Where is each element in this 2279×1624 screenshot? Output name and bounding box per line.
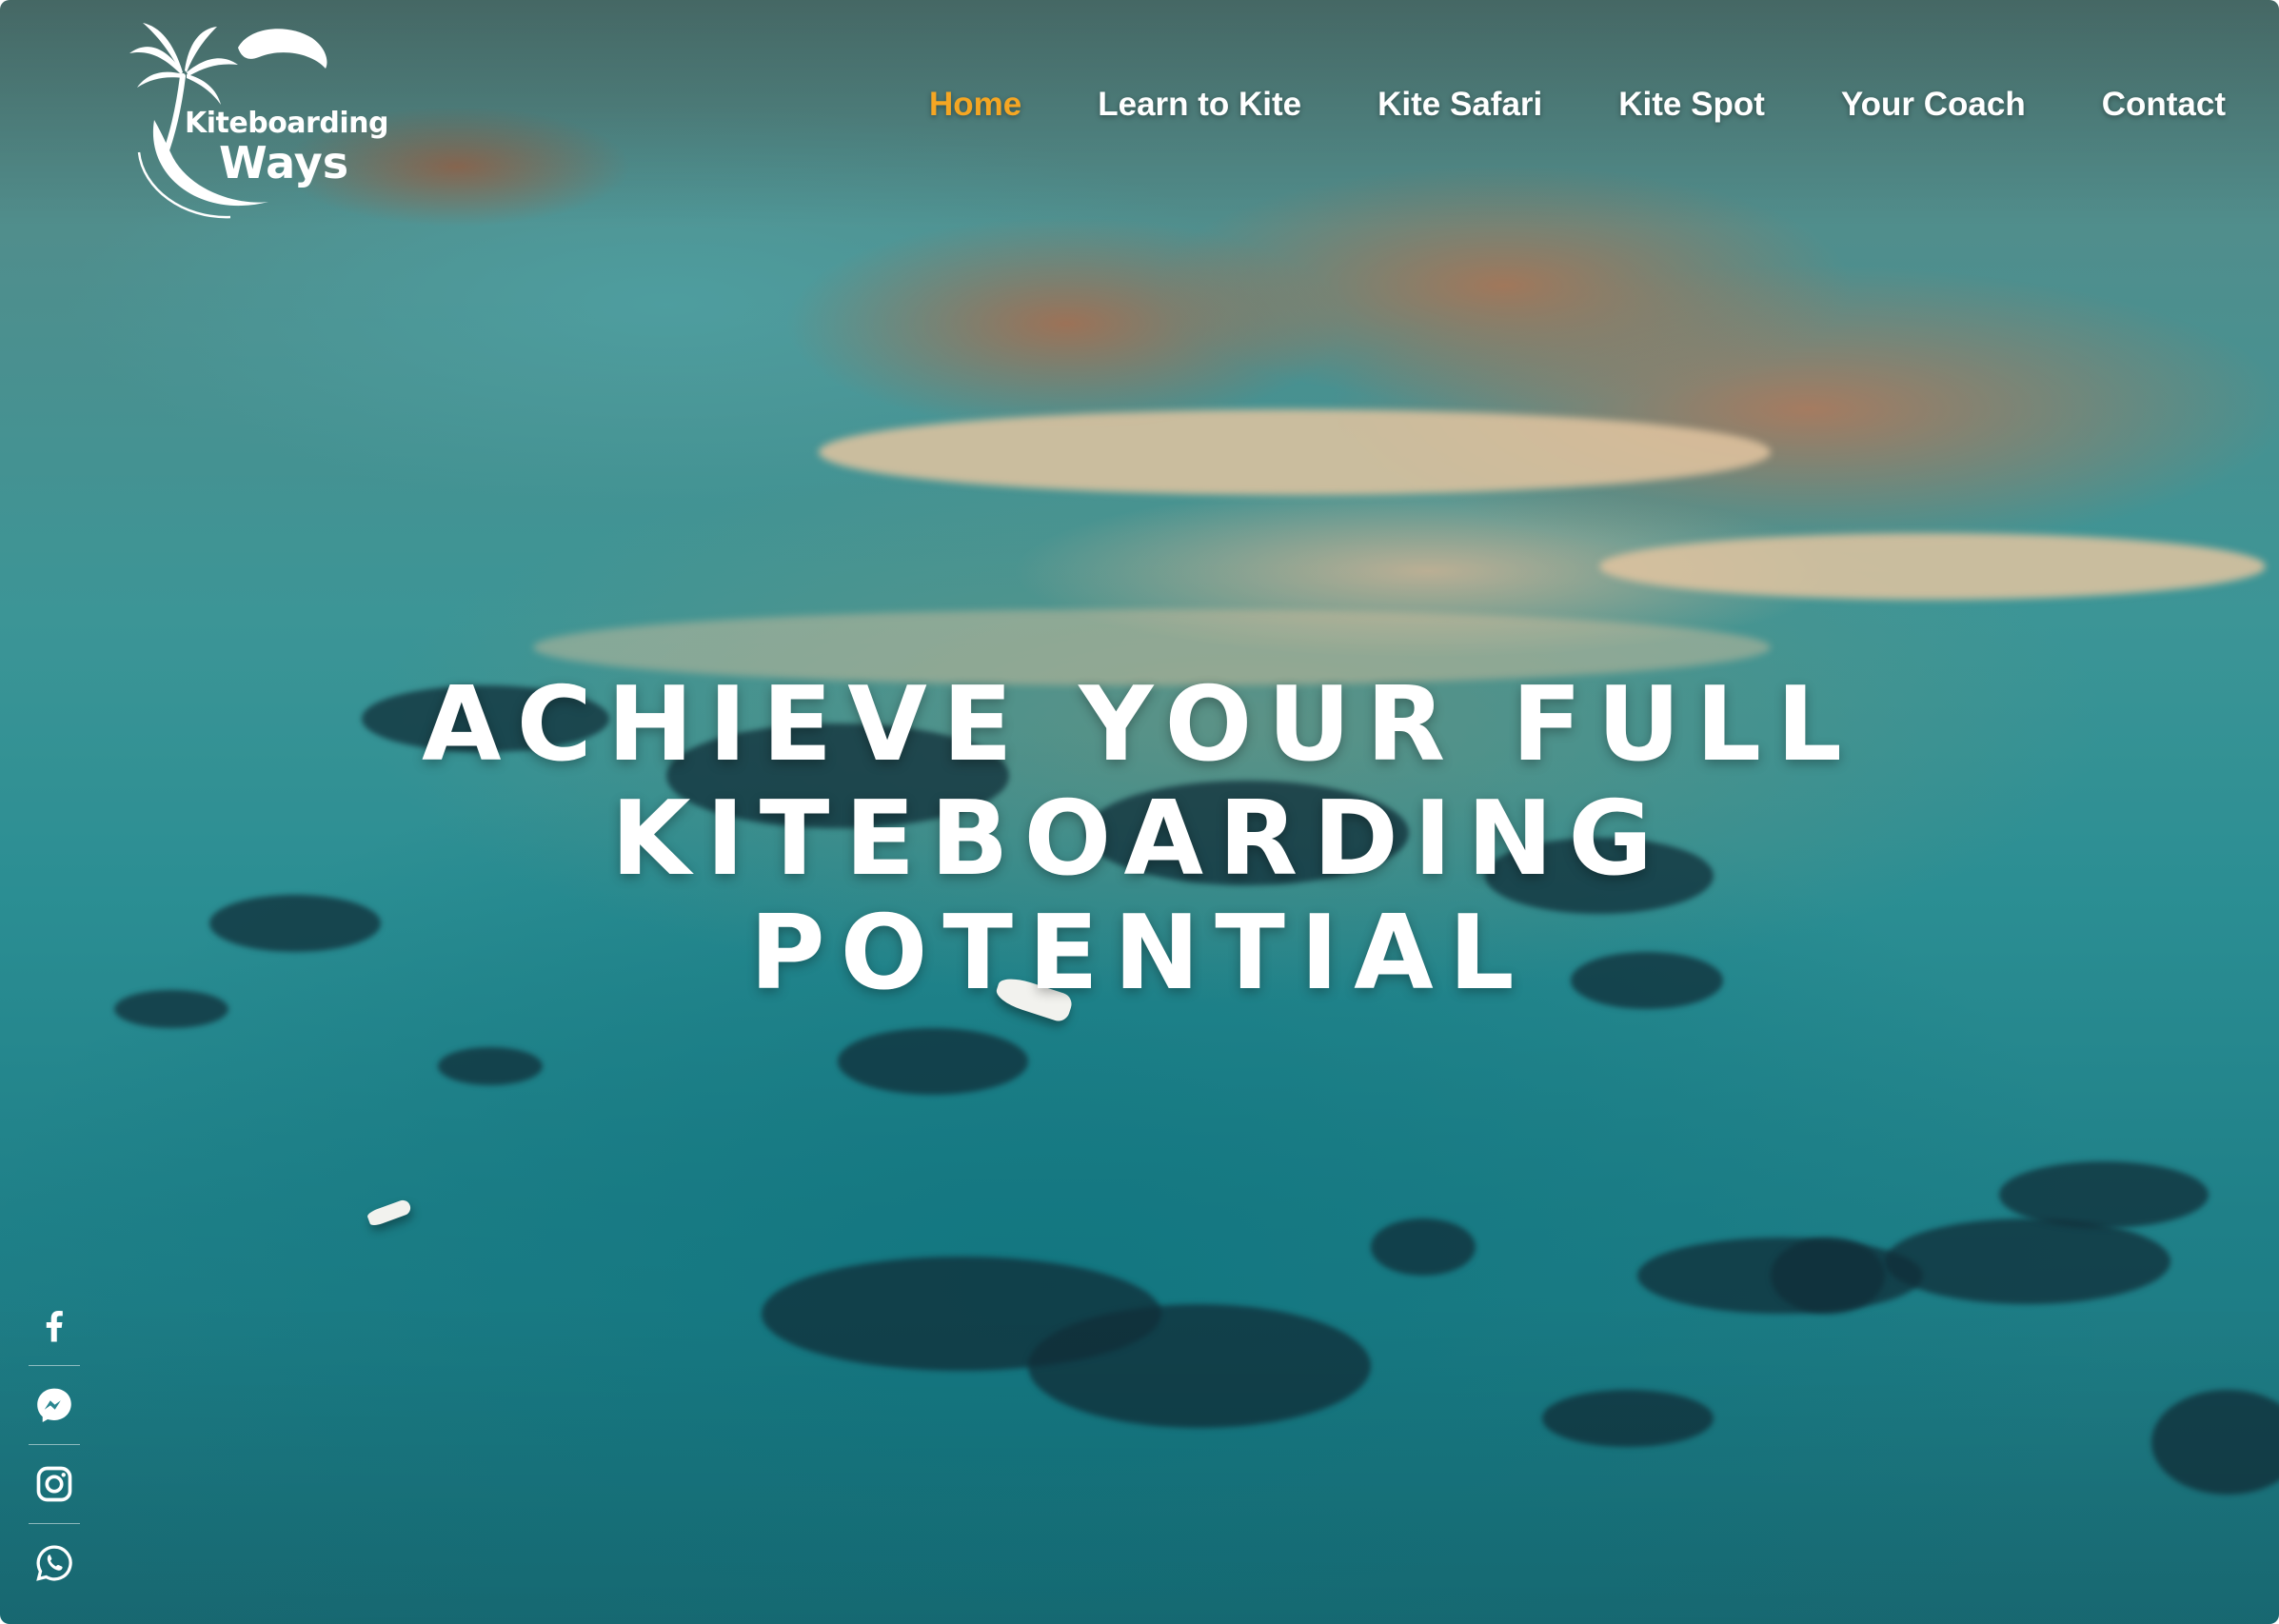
brand-name-line2: Ways bbox=[219, 137, 349, 188]
nav-item-home[interactable]: Home bbox=[929, 86, 1021, 124]
boat bbox=[366, 1198, 413, 1228]
messenger-icon bbox=[37, 1388, 71, 1422]
nav-item-kite-spot[interactable]: Kite Spot bbox=[1618, 86, 1765, 124]
nav-item-contact[interactable]: Contact bbox=[2102, 86, 2226, 124]
hero-section: Kiteboarding Ways Home Learn to Kite Kit… bbox=[0, 0, 2279, 1624]
hero-headline-line: KITEBOARDING bbox=[610, 780, 1669, 900]
hero-headline-line: ACHIEVE YOUR FULL bbox=[422, 665, 1857, 785]
hero-headline-line: POTENTIAL bbox=[749, 894, 1530, 1014]
facebook-link[interactable] bbox=[29, 1287, 80, 1366]
brand-name-line1: Kiteboarding bbox=[185, 107, 388, 140]
nav-item-learn-to-kite[interactable]: Learn to Kite bbox=[1098, 86, 1301, 124]
social-links bbox=[29, 1287, 80, 1602]
instagram-link[interactable] bbox=[29, 1445, 80, 1524]
facebook-icon bbox=[46, 1311, 63, 1342]
instagram-icon bbox=[36, 1466, 72, 1502]
messenger-link[interactable] bbox=[29, 1366, 80, 1445]
hero-headline: ACHIEVE YOUR FULL KITEBOARDING POTENTIAL bbox=[0, 668, 2279, 1011]
nav-item-your-coach[interactable]: Your Coach bbox=[1841, 86, 2026, 124]
nav-item-kite-safari[interactable]: Kite Safari bbox=[1377, 86, 1542, 124]
whatsapp-link[interactable] bbox=[29, 1524, 80, 1602]
whatsapp-icon bbox=[36, 1545, 72, 1581]
main-navigation: Home Learn to Kite Kite Safari Kite Spot… bbox=[853, 86, 2226, 124]
brand-logo[interactable]: Kiteboarding Ways bbox=[126, 15, 388, 227]
